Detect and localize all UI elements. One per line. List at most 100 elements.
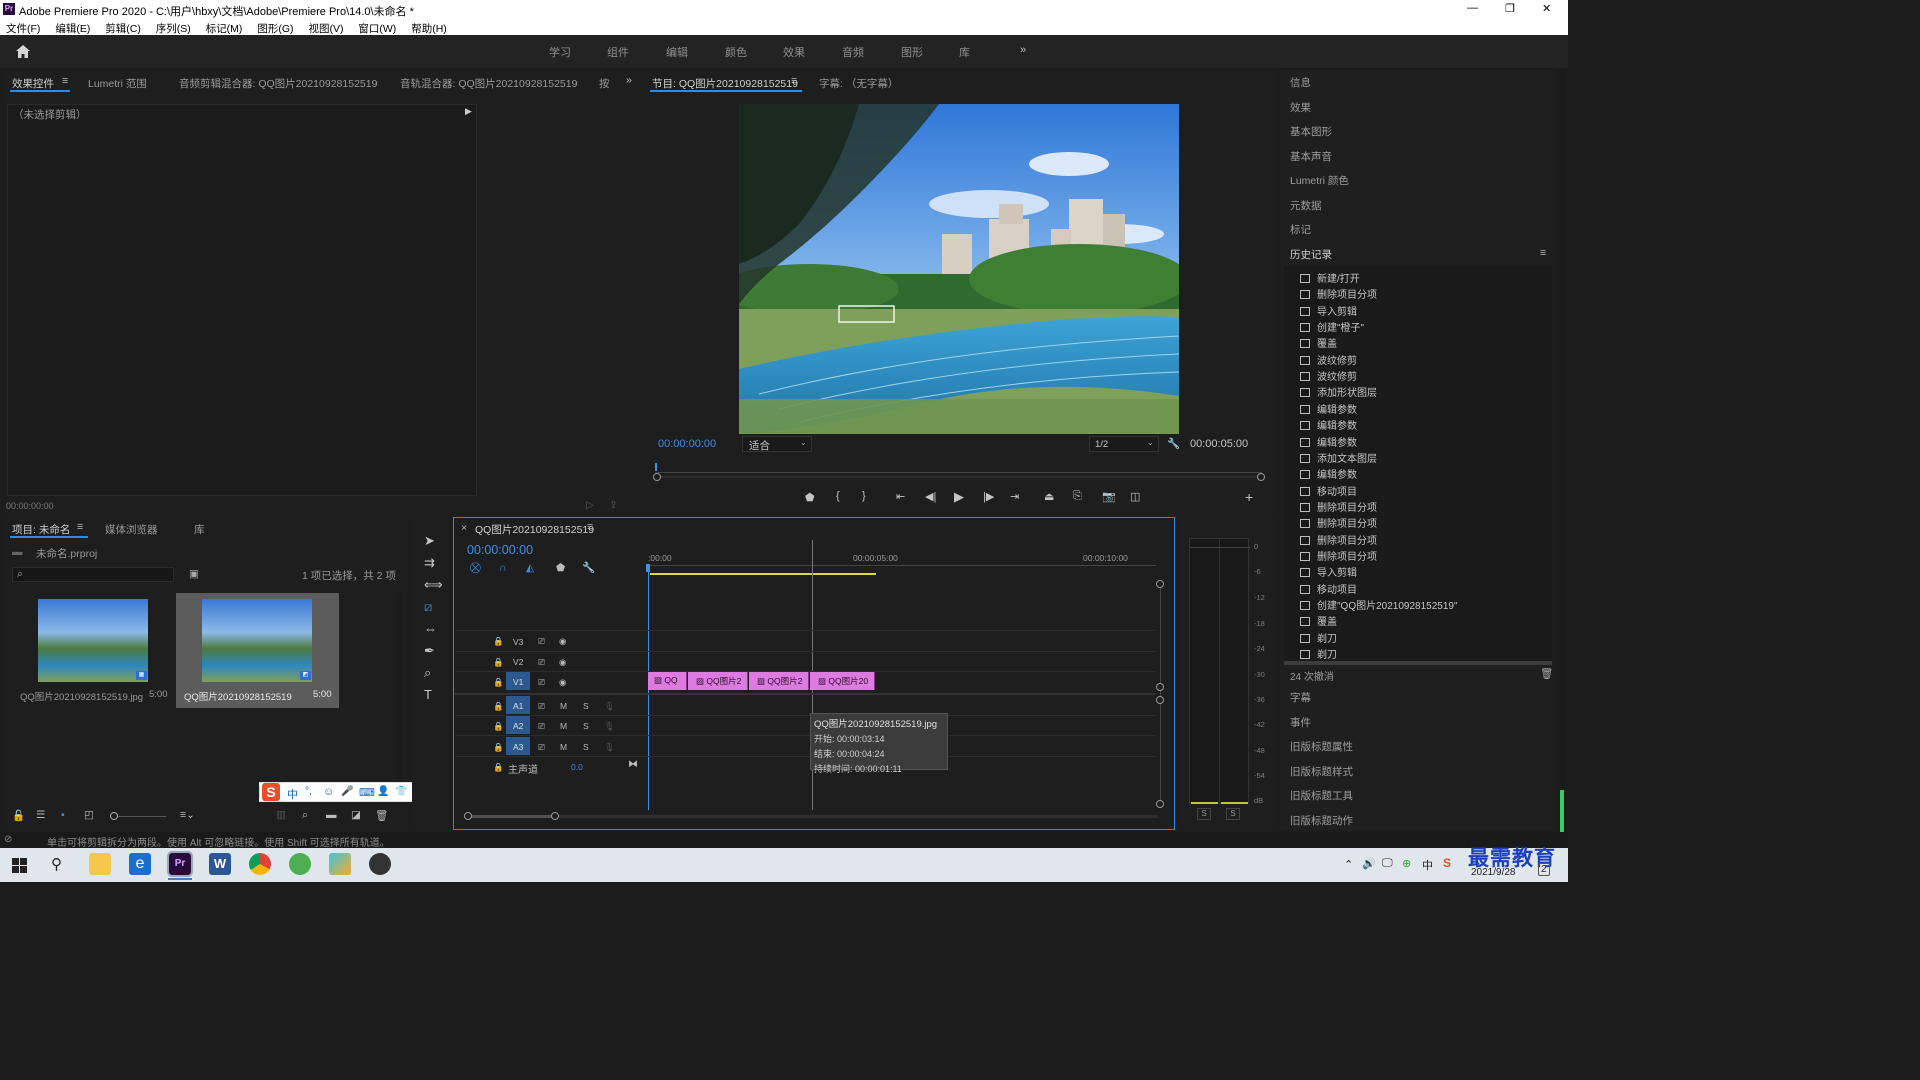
app-avatar-icon[interactable]: [369, 853, 391, 875]
tab-project[interactable]: 项目: 未命名: [12, 522, 70, 537]
panel-lumetri-color[interactable]: Lumetri 颜色: [1290, 173, 1349, 188]
go-to-out-icon[interactable]: ⇥: [1010, 490, 1019, 503]
timeline-vertical-scrollbar[interactable]: [1160, 584, 1161, 804]
history-scrollbar[interactable]: [1284, 661, 1552, 665]
panel-essential-sound[interactable]: 基本声音: [1290, 149, 1332, 164]
h-scroll-thumb[interactable]: [468, 815, 556, 818]
track-select-tool-icon[interactable]: ⇉: [424, 555, 435, 571]
history-item[interactable]: 添加形状图层: [1300, 384, 1377, 399]
history-item[interactable]: 移动项目: [1300, 581, 1357, 596]
workspace-assembly[interactable]: 组件: [607, 44, 629, 60]
edge-browser-icon[interactable]: e: [129, 853, 151, 875]
history-item[interactable]: 删除项目分项: [1300, 532, 1377, 547]
history-item[interactable]: 波纹修剪: [1300, 368, 1357, 383]
a-scroll-handle[interactable]: [1156, 800, 1164, 808]
ripple-edit-tool-icon[interactable]: ⟺: [424, 577, 443, 593]
linked-selection-icon[interactable]: ◭: [526, 562, 534, 574]
panel-effects[interactable]: 效果: [1290, 100, 1311, 115]
ime-punctuation[interactable]: °,: [305, 786, 312, 797]
menu-marker[interactable]: 标记(M): [206, 23, 243, 35]
zoom-handle-left[interactable]: [653, 473, 661, 481]
lock-icon[interactable]: 🔒: [493, 762, 504, 773]
resolution-dropdown[interactable]: 1/2 ⌄: [1089, 436, 1159, 452]
project-item-jpg[interactable]: ▦ QQ图片20210928152519.jpg 5:00: [12, 593, 172, 705]
track-v1-label[interactable]: V1: [513, 677, 523, 687]
history-item[interactable]: 创建"QQ图片20210928152519": [1300, 597, 1458, 612]
tab-audio-clip-mixer[interactable]: 音频剪辑混合器: QQ图片20210928152519: [179, 76, 377, 91]
network-icon[interactable]: 🖵: [1382, 857, 1393, 870]
tab-audio-track-mixer[interactable]: 音轨混合器: QQ图片20210928152519: [400, 76, 577, 91]
sync-lock-icon[interactable]: ⎚: [538, 701, 545, 712]
effect-controls-timecode[interactable]: 00:00:00:00: [6, 501, 54, 511]
workspace-effects[interactable]: 效果: [783, 44, 805, 60]
track-a1-label[interactable]: A1: [513, 701, 523, 711]
home-icon[interactable]: [15, 44, 31, 59]
a-scroll-handle[interactable]: [1156, 696, 1164, 704]
lock-icon[interactable]: 🔓: [12, 809, 25, 822]
export-frame-icon[interactable]: 📷: [1102, 490, 1116, 503]
workspace-audio[interactable]: 音频: [842, 44, 864, 60]
snap-icon[interactable]: ∩: [499, 562, 507, 574]
timeline-horizontal-scrollbar[interactable]: [468, 815, 1158, 818]
trash-icon[interactable]: 🗑: [1540, 667, 1553, 680]
lock-icon[interactable]: 🔒: [493, 636, 504, 647]
tab-lumetri-scopes[interactable]: Lumetri 范围: [88, 76, 147, 91]
tab-sequence[interactable]: QQ图片20210928152519: [475, 522, 594, 537]
word-taskbar-icon[interactable]: W: [209, 853, 231, 875]
meter-solo-left[interactable]: S: [1197, 808, 1211, 820]
history-item[interactable]: 波纹修剪: [1300, 352, 1357, 367]
selection-tool-icon[interactable]: ➤: [424, 533, 435, 549]
track-a3-label[interactable]: A3: [513, 742, 523, 752]
eye-icon[interactable]: ◉: [559, 636, 566, 647]
ime-skin[interactable]: 👕: [395, 786, 407, 797]
fit-dropdown[interactable]: 适合 ⌄: [742, 436, 812, 452]
timeline-settings-icon[interactable]: 🔧: [582, 561, 595, 574]
mute-button[interactable]: M: [560, 721, 567, 731]
new-item-icon[interactable]: ◪: [351, 809, 361, 821]
timeline-clip[interactable]: ▨ QQ图片2: [688, 672, 748, 690]
solo-button[interactable]: S: [583, 721, 589, 731]
search-taskbar-icon[interactable]: ⚲: [51, 855, 62, 873]
razor-tool-icon[interactable]: ⧄: [424, 599, 432, 615]
icon-view-icon[interactable]: ▪: [61, 809, 65, 821]
meter-solo-right[interactable]: S: [1226, 808, 1240, 820]
program-menu-icon[interactable]: ≡: [791, 75, 797, 87]
work-area-bar[interactable]: [650, 573, 876, 575]
ime-account[interactable]: 👤: [377, 786, 389, 797]
file-explorer-icon[interactable]: [89, 853, 111, 875]
windows-start-icon[interactable]: [12, 858, 27, 873]
panel-legacy-title-properties[interactable]: 旧版标题属性: [1290, 739, 1353, 754]
lock-icon[interactable]: 🔒: [493, 657, 504, 668]
history-item[interactable]: 添加文本图层: [1300, 450, 1377, 465]
history-item[interactable]: 编辑参数: [1300, 466, 1357, 481]
workspace-color[interactable]: 颜色: [725, 44, 747, 60]
workspace-libraries[interactable]: 库: [959, 44, 970, 60]
sort-icon[interactable]: ≡⌄: [180, 809, 195, 821]
master-volume-value[interactable]: 0.0: [571, 762, 583, 772]
tray-chevron-icon[interactable]: ⌃: [1344, 858, 1353, 871]
filter-icon[interactable]: ▷: [586, 499, 594, 511]
timeline-playhead-head[interactable]: [646, 564, 650, 572]
sogou-logo-icon[interactable]: S: [262, 783, 280, 801]
history-item[interactable]: 编辑参数: [1300, 401, 1357, 416]
microphone-icon[interactable]: 🎙: [604, 721, 615, 732]
project-search-input[interactable]: ⌕: [12, 567, 174, 582]
add-marker-timeline-icon[interactable]: ⬟: [556, 562, 565, 574]
panel-history-title[interactable]: 历史记录: [1290, 247, 1332, 262]
type-tool-icon[interactable]: T: [424, 687, 432, 702]
program-timeline-ruler[interactable]: [655, 463, 1262, 473]
v-scroll-handle[interactable]: [1156, 580, 1164, 588]
history-item[interactable]: 移动项目: [1300, 483, 1357, 498]
close-button[interactable]: ✕: [1542, 2, 1551, 15]
program-playhead-timecode[interactable]: 00:00:00:00: [658, 438, 716, 450]
sync-lock-icon[interactable]: ⎚: [538, 657, 545, 668]
history-item[interactable]: 创建"橙子": [1300, 319, 1364, 334]
timeline-timecode[interactable]: 00:00:00:00: [467, 543, 533, 557]
mute-button[interactable]: M: [560, 742, 567, 752]
h-scroll-handle-left[interactable]: [464, 812, 472, 820]
eye-icon[interactable]: ◉: [559, 677, 566, 688]
history-item[interactable]: 删除项目分项: [1300, 548, 1377, 563]
panel-events[interactable]: 事件: [1290, 715, 1311, 730]
pen-tool-icon[interactable]: ✒: [424, 643, 435, 659]
track-a2-label[interactable]: A2: [513, 721, 523, 731]
